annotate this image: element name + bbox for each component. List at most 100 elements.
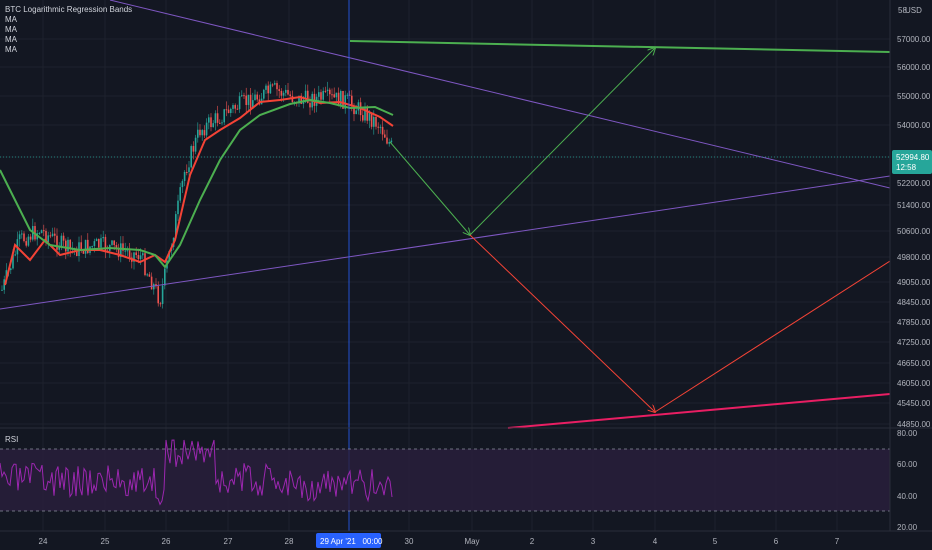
price-tick-label: 47250.00 bbox=[897, 338, 931, 347]
price-tick-label: 44850.00 bbox=[897, 420, 931, 429]
currency-label[interactable]: USD bbox=[905, 6, 922, 15]
time-axis[interactable]: 24 25 26 27 28 30 May 2 3 4 5 6 7 bbox=[39, 537, 840, 546]
resistance-line-green[interactable] bbox=[349, 40, 891, 53]
candle-body bbox=[256, 94, 258, 100]
ma-label-3[interactable]: MA bbox=[5, 35, 132, 45]
candle-body bbox=[326, 89, 329, 92]
time-tick-label: 3 bbox=[591, 537, 596, 546]
candle-body bbox=[227, 109, 230, 113]
ma-label-1[interactable]: MA bbox=[5, 15, 132, 25]
candle-body bbox=[137, 255, 140, 260]
candle-body bbox=[29, 236, 32, 240]
candle-body bbox=[199, 129, 201, 136]
price-tick-label: 49800.00 bbox=[897, 253, 931, 262]
candle-body bbox=[197, 129, 199, 138]
candle-body bbox=[287, 89, 289, 95]
candle-body bbox=[126, 250, 129, 252]
price-tick-label: 54000.00 bbox=[897, 121, 931, 130]
time-tick-label: 24 bbox=[39, 537, 48, 546]
candle-body bbox=[157, 286, 159, 304]
candle-body bbox=[43, 230, 45, 232]
candle-body bbox=[82, 251, 85, 254]
price-tick-label: 51400.00 bbox=[897, 201, 931, 210]
candle-body bbox=[241, 95, 243, 97]
candle-body bbox=[265, 85, 267, 90]
candle-body bbox=[243, 95, 245, 97]
candle-body bbox=[320, 92, 322, 100]
candle-body bbox=[318, 92, 320, 97]
time-tick-label: 30 bbox=[405, 537, 414, 546]
candle-body bbox=[335, 92, 338, 98]
candle-body bbox=[278, 89, 280, 91]
candle-body bbox=[263, 89, 265, 99]
candle-body bbox=[289, 94, 291, 97]
candle-body bbox=[150, 276, 153, 290]
candle-body bbox=[219, 122, 221, 124]
candle-body bbox=[98, 239, 100, 248]
candle-body bbox=[146, 274, 148, 276]
price-tick-label: 52200.00 bbox=[897, 179, 931, 188]
price-tick-label: 55000.00 bbox=[897, 92, 931, 101]
candle-body bbox=[274, 83, 276, 85]
candle-body bbox=[142, 253, 144, 256]
time-tick-label: 2 bbox=[530, 537, 535, 546]
price-tick-label: 46050.00 bbox=[897, 379, 931, 388]
price-tick-label: 50600.00 bbox=[897, 227, 931, 236]
projection-arrow-down-red[interactable] bbox=[469, 234, 655, 412]
candle-body bbox=[329, 89, 331, 95]
price-tick-label: 56000.00 bbox=[897, 63, 931, 72]
candle-body bbox=[322, 90, 324, 100]
support-line-pink[interactable] bbox=[507, 393, 891, 429]
projection-arrow-down-green[interactable] bbox=[389, 141, 470, 235]
candle-body bbox=[102, 236, 104, 239]
candle-body bbox=[333, 94, 335, 98]
projection-line-up-red[interactable] bbox=[654, 260, 891, 413]
candle-body bbox=[84, 239, 87, 254]
candle-body bbox=[179, 187, 181, 201]
candle-body bbox=[386, 137, 388, 144]
trendline-ascending[interactable] bbox=[0, 175, 891, 310]
current-price-value: 52994.80 bbox=[896, 153, 930, 162]
price-tick-label: 45450.00 bbox=[897, 399, 931, 408]
price-axis[interactable]: 57000.00 56000.00 55000.00 54000.00 52200.00… bbox=[897, 35, 931, 429]
candle-body bbox=[25, 241, 27, 246]
candle-body bbox=[225, 109, 228, 111]
candle-body bbox=[254, 94, 256, 101]
ma-label-2[interactable]: MA bbox=[5, 25, 132, 35]
price-tick-label: 49050.00 bbox=[897, 278, 931, 287]
price-tick-label: 47850.00 bbox=[897, 318, 931, 327]
candle-body bbox=[379, 126, 382, 128]
indicator-title[interactable]: BTC Logarithmic Regression Bands bbox=[5, 5, 132, 15]
candle-body bbox=[113, 240, 115, 246]
time-tick-label: 7 bbox=[835, 537, 840, 546]
candle-body bbox=[373, 117, 375, 127]
projection-arrow-up-green[interactable] bbox=[469, 48, 655, 236]
ma-label-4[interactable]: MA bbox=[5, 45, 132, 55]
candle-body bbox=[351, 95, 353, 106]
candle-body bbox=[375, 117, 377, 127]
candle-body bbox=[148, 274, 151, 277]
candle-body bbox=[177, 200, 179, 215]
candle-body bbox=[27, 236, 30, 246]
candle-body bbox=[285, 89, 287, 93]
candle-body bbox=[128, 250, 131, 258]
price-tick-label: 46650.00 bbox=[897, 359, 931, 368]
candle-body bbox=[40, 230, 43, 234]
candle-body bbox=[390, 140, 393, 143]
candle-body bbox=[331, 94, 333, 96]
candle-body bbox=[355, 110, 357, 115]
rsi-pane-label[interactable]: RSI bbox=[5, 435, 18, 444]
candle-body bbox=[183, 171, 186, 182]
candle-body bbox=[62, 235, 65, 241]
trendline-descending[interactable] bbox=[109, 0, 891, 189]
candle-body bbox=[51, 233, 54, 237]
candle-body bbox=[192, 146, 195, 152]
rsi-axis[interactable]: 80.00 60.00 40.00 20.00 bbox=[897, 429, 918, 532]
candle-body bbox=[124, 250, 126, 252]
candle-body bbox=[18, 234, 21, 240]
candle-body bbox=[47, 235, 49, 243]
trading-chart[interactable]: 57000.00 56000.00 55000.00 54000.00 52200.00… bbox=[0, 0, 932, 550]
candle-body bbox=[91, 246, 93, 248]
candle-body bbox=[324, 90, 327, 92]
candle-body bbox=[212, 123, 214, 128]
